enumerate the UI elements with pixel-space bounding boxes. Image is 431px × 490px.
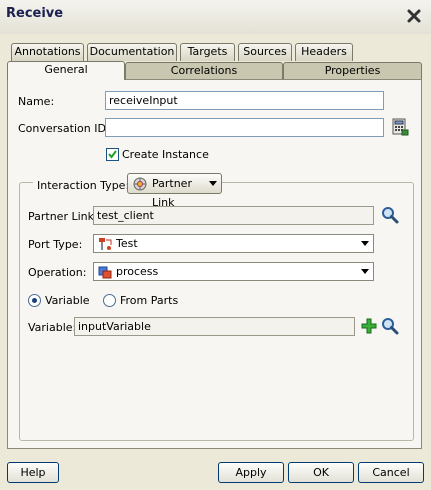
name-input[interactable]: receiveInput — [105, 91, 384, 110]
tab-properties[interactable]: Properties — [283, 62, 422, 79]
port-type-value: Test — [116, 237, 138, 250]
tab-targets[interactable]: Targets — [180, 43, 235, 61]
window-title: Receive — [6, 6, 64, 21]
port-type-label: Port Type: — [28, 238, 83, 251]
tab-documentation[interactable]: Documentation — [87, 43, 177, 61]
partner-link-field: test_client — [93, 206, 374, 225]
partner-link-label: Partner Link: — [28, 210, 98, 223]
variable-label: Variable: — [28, 321, 77, 334]
create-instance-checkbox[interactable] — [106, 148, 119, 161]
create-instance-label: Create Instance — [122, 148, 209, 161]
operation-value: process — [116, 265, 159, 278]
tab-sources[interactable]: Sources — [238, 43, 292, 61]
close-icon[interactable] — [406, 8, 422, 24]
ok-button[interactable]: OK — [288, 462, 354, 483]
variable-radio-label: Variable — [45, 294, 90, 307]
partner-link-icon — [132, 176, 148, 192]
variable-field: inputVariable — [74, 317, 355, 336]
chevron-down-icon — [209, 181, 217, 186]
tab-annotations[interactable]: Annotations — [11, 43, 84, 61]
name-label: Name: — [18, 95, 55, 108]
operation-select[interactable]: process — [93, 262, 374, 281]
port-type-icon — [97, 236, 113, 252]
from-parts-radio[interactable] — [103, 294, 116, 307]
conversation-id-input[interactable] — [105, 118, 384, 137]
operation-icon — [97, 264, 113, 280]
tab-headers[interactable]: Headers — [295, 43, 353, 61]
conversation-id-label: Conversation ID: — [18, 122, 110, 135]
chevron-down-icon — [361, 269, 369, 274]
port-type-select[interactable]: Test — [93, 234, 374, 253]
operation-label: Operation: — [28, 266, 87, 279]
search-icon[interactable] — [381, 206, 399, 224]
search-icon[interactable] — [381, 317, 399, 335]
apply-button[interactable]: Apply — [218, 462, 284, 483]
title-bar: Receive — [0, 0, 431, 34]
variable-radio[interactable] — [28, 294, 41, 307]
tab-general[interactable]: General — [7, 61, 125, 80]
interaction-type-label: Interaction Type: — [33, 179, 134, 192]
interaction-type-button[interactable]: Partner Link — [127, 173, 222, 209]
chevron-down-icon — [361, 241, 369, 246]
expression-builder-icon[interactable] — [391, 118, 409, 136]
cancel-button[interactable]: Cancel — [358, 462, 424, 483]
help-button[interactable]: Help — [7, 462, 59, 483]
tab-correlations[interactable]: Correlations — [125, 62, 283, 79]
add-icon[interactable] — [360, 317, 378, 335]
from-parts-radio-label: From Parts — [120, 294, 179, 307]
